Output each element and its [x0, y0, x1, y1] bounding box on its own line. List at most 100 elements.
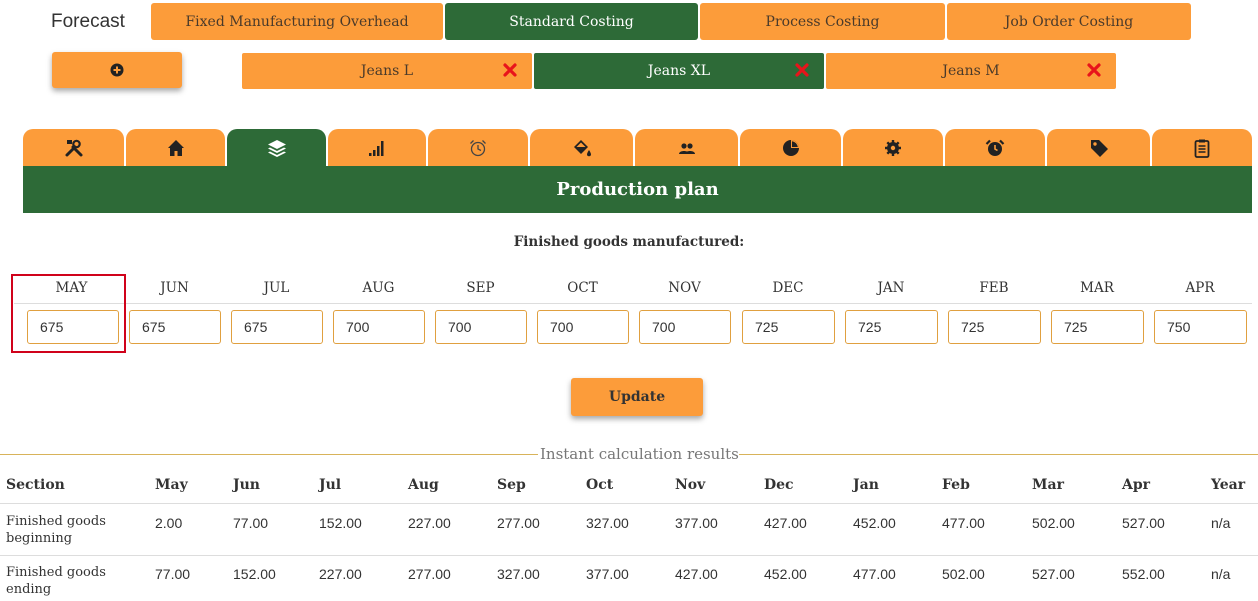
add-product-button[interactable]	[52, 52, 182, 88]
tab-users[interactable]	[635, 129, 738, 166]
month-input-jun[interactable]: 675	[129, 310, 221, 344]
paint-bucket-icon	[573, 139, 591, 156]
tab-clipboard[interactable]	[1152, 129, 1252, 166]
month-input-dec[interactable]: 725	[742, 310, 835, 344]
table-cell: n/a	[1211, 515, 1231, 531]
product-tab-label: Jeans M	[942, 63, 1000, 79]
alarm-clock-outline-icon	[470, 139, 486, 156]
product-tab-jeans-l[interactable]: Jeans L	[242, 53, 532, 89]
tools-icon	[65, 139, 82, 156]
month-label-nov: NOV	[668, 280, 701, 296]
table-divider	[0, 555, 1258, 556]
table-cell: 377.00	[586, 566, 629, 582]
plus-circle-icon	[110, 63, 124, 77]
remove-icon[interactable]	[1086, 62, 1102, 78]
results-legend-line-left	[0, 454, 538, 455]
table-cell: 327.00	[497, 566, 540, 582]
table-cell: 427.00	[764, 515, 807, 531]
table-cell: 152.00	[319, 515, 362, 531]
month-input-feb[interactable]: 725	[948, 310, 1041, 344]
tab-alarm[interactable]	[945, 129, 1045, 166]
table-header-mar: Mar	[1032, 477, 1064, 493]
remove-icon[interactable]	[794, 62, 810, 78]
table-cell: 77.00	[233, 515, 269, 531]
month-label-aug: AUG	[362, 280, 395, 296]
clipboard-icon	[1194, 139, 1210, 158]
month-label-jul: JUL	[263, 280, 290, 296]
table-header-section: Section	[6, 477, 65, 493]
results-legend-line-right	[734, 454, 1258, 455]
table-cell: 152.00	[233, 566, 276, 582]
tab-home[interactable]	[126, 129, 225, 166]
month-label-mar: MAR	[1080, 280, 1114, 296]
nav-process-costing[interactable]: Process Costing	[700, 3, 945, 40]
layers-icon	[267, 139, 286, 157]
remove-icon[interactable]	[502, 62, 518, 78]
month-input-oct[interactable]: 700	[537, 310, 629, 344]
month-input-jul[interactable]: 675	[231, 310, 323, 344]
table-header-feb: Feb	[942, 477, 970, 493]
app-brand: Forecast	[51, 11, 125, 32]
tab-tag[interactable]	[1047, 129, 1150, 166]
nav-job-order-costing[interactable]: Job Order Costing	[947, 3, 1191, 40]
month-label-sep: SEP	[466, 280, 495, 296]
tab-tools[interactable]	[23, 129, 124, 166]
table-divider	[0, 503, 1258, 504]
month-label-jan: JAN	[877, 280, 905, 296]
product-tab-jeans-xl[interactable]: Jeans XL	[534, 53, 824, 89]
table-cell: 552.00	[1122, 566, 1165, 582]
table-cell: 527.00	[1122, 515, 1165, 531]
table-cell: 477.00	[942, 515, 985, 531]
alarm-clock-icon	[985, 139, 1005, 156]
table-cell: 327.00	[586, 515, 629, 531]
gear-icon	[885, 139, 901, 156]
table-cell: 2.00	[155, 515, 183, 531]
month-input-sep[interactable]: 700	[435, 310, 527, 344]
product-tab-label: Jeans XL	[647, 63, 711, 79]
tab-pie[interactable]	[740, 129, 841, 166]
product-tab-label: Jeans L	[360, 63, 414, 79]
tag-icon	[1090, 139, 1108, 157]
row-label-finished-goods-ending: Finished goods ending	[6, 565, 106, 597]
product-tab-jeans-m[interactable]: Jeans M	[826, 53, 1116, 89]
month-input-aug[interactable]: 700	[333, 310, 425, 344]
section-title: Production plan	[23, 166, 1252, 213]
pie-chart-icon	[782, 139, 799, 156]
nav-fixed-manufacturing-overhead[interactable]: Fixed Manufacturing Overhead	[151, 3, 443, 40]
month-label-dec: DEC	[772, 280, 804, 296]
month-input-nov[interactable]: 700	[639, 310, 731, 344]
table-cell: 227.00	[408, 515, 451, 531]
tab-alarm-outline[interactable]	[428, 129, 528, 166]
tab-gear[interactable]	[843, 129, 943, 166]
tab-signal[interactable]	[328, 129, 426, 166]
month-label-feb: FEB	[979, 280, 1009, 296]
table-cell: 502.00	[1032, 515, 1075, 531]
table-cell: 277.00	[408, 566, 451, 582]
table-cell: 427.00	[675, 566, 718, 582]
table-cell: 277.00	[497, 515, 540, 531]
table-header-oct: Oct	[586, 477, 614, 493]
table-cell: n/a	[1211, 566, 1231, 582]
tab-production-plan[interactable]	[227, 129, 326, 166]
update-button[interactable]: Update	[571, 378, 703, 416]
table-header-dec: Dec	[764, 477, 794, 493]
table-cell: 77.00	[155, 566, 191, 582]
table-cell: 502.00	[942, 566, 985, 582]
table-header-sep: Sep	[497, 477, 526, 493]
nav-standard-costing[interactable]: Standard Costing	[445, 3, 698, 40]
table-header-aug: Aug	[408, 477, 439, 493]
users-icon	[678, 142, 695, 154]
table-cell: 477.00	[853, 566, 896, 582]
tab-paint[interactable]	[530, 129, 633, 166]
subtitle: Finished goods manufactured:	[513, 234, 745, 250]
month-input-jan[interactable]: 725	[845, 310, 938, 344]
month-header-divider	[14, 303, 1252, 304]
month-input-apr[interactable]: 750	[1154, 310, 1247, 344]
table-header-jun: Jun	[233, 477, 260, 493]
table-cell: 377.00	[675, 515, 718, 531]
table-cell: 527.00	[1032, 566, 1075, 582]
month-label-apr: APR	[1185, 280, 1215, 296]
month-input-mar[interactable]: 725	[1051, 310, 1144, 344]
month-label-oct: OCT	[567, 280, 598, 296]
row-label-finished-goods-beginning: Finished goods beginning	[6, 514, 106, 546]
